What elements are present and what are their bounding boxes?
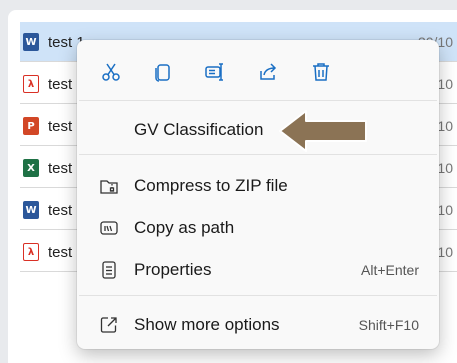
scissors-icon (102, 63, 120, 81)
cut-button[interactable] (95, 56, 127, 88)
menu-separator (79, 154, 437, 155)
compress-zip-item[interactable]: Compress to ZIP file (77, 165, 439, 205)
compress-zip-label: Compress to ZIP file (134, 176, 288, 195)
word-file-icon: W (23, 201, 39, 219)
word-file-icon: W (23, 33, 39, 51)
file-name: test (48, 244, 73, 261)
menu-separator (79, 295, 437, 296)
file-date: 10 (437, 118, 453, 134)
properties-shortcut: Alt+Enter (361, 262, 419, 278)
properties-label: Properties (134, 260, 212, 279)
file-name: test (48, 202, 73, 219)
properties-item[interactable]: Properties Alt+Enter (77, 249, 439, 289)
pdf-file-icon: λ (23, 243, 39, 261)
copy-as-path-label: Copy as path (134, 218, 235, 237)
show-more-options-label: Show more options (134, 315, 280, 334)
file-name: test (48, 76, 73, 93)
file-date: 10 (437, 76, 453, 92)
rename-icon (205, 63, 223, 81)
delete-button[interactable] (305, 56, 337, 88)
zip-folder-icon (100, 180, 118, 194)
trash-icon (313, 63, 329, 81)
menu-separator (79, 100, 437, 101)
annotation-arrow-icon (279, 110, 367, 152)
excel-file-icon: X (23, 159, 39, 177)
gv-classification-item[interactable]: GV Classification (77, 109, 439, 149)
copy-icon (155, 64, 170, 82)
pdf-file-icon: λ (23, 75, 39, 93)
context-menu-toolbar (77, 52, 439, 92)
show-more-options-item[interactable]: Show more options Shift+F10 (77, 304, 439, 344)
file-name: test (48, 160, 73, 177)
share-button[interactable] (252, 56, 284, 88)
path-icon (100, 221, 118, 235)
copy-button[interactable] (147, 56, 179, 88)
copy-as-path-item[interactable]: Copy as path (77, 207, 439, 247)
powerpoint-file-icon: P (23, 117, 39, 135)
file-date: 10 (437, 202, 453, 218)
context-menu: GV Classification Compress to ZIP file C… (77, 40, 439, 349)
show-more-options-shortcut: Shift+F10 (358, 317, 419, 333)
share-icon (260, 63, 277, 80)
file-date: 10 (437, 160, 453, 176)
gv-classification-label: GV Classification (134, 120, 264, 139)
open-external-icon (100, 317, 117, 333)
rename-button[interactable] (199, 56, 231, 88)
properties-icon (102, 261, 116, 279)
file-name: test (48, 118, 73, 135)
file-date: 10 (437, 244, 453, 260)
